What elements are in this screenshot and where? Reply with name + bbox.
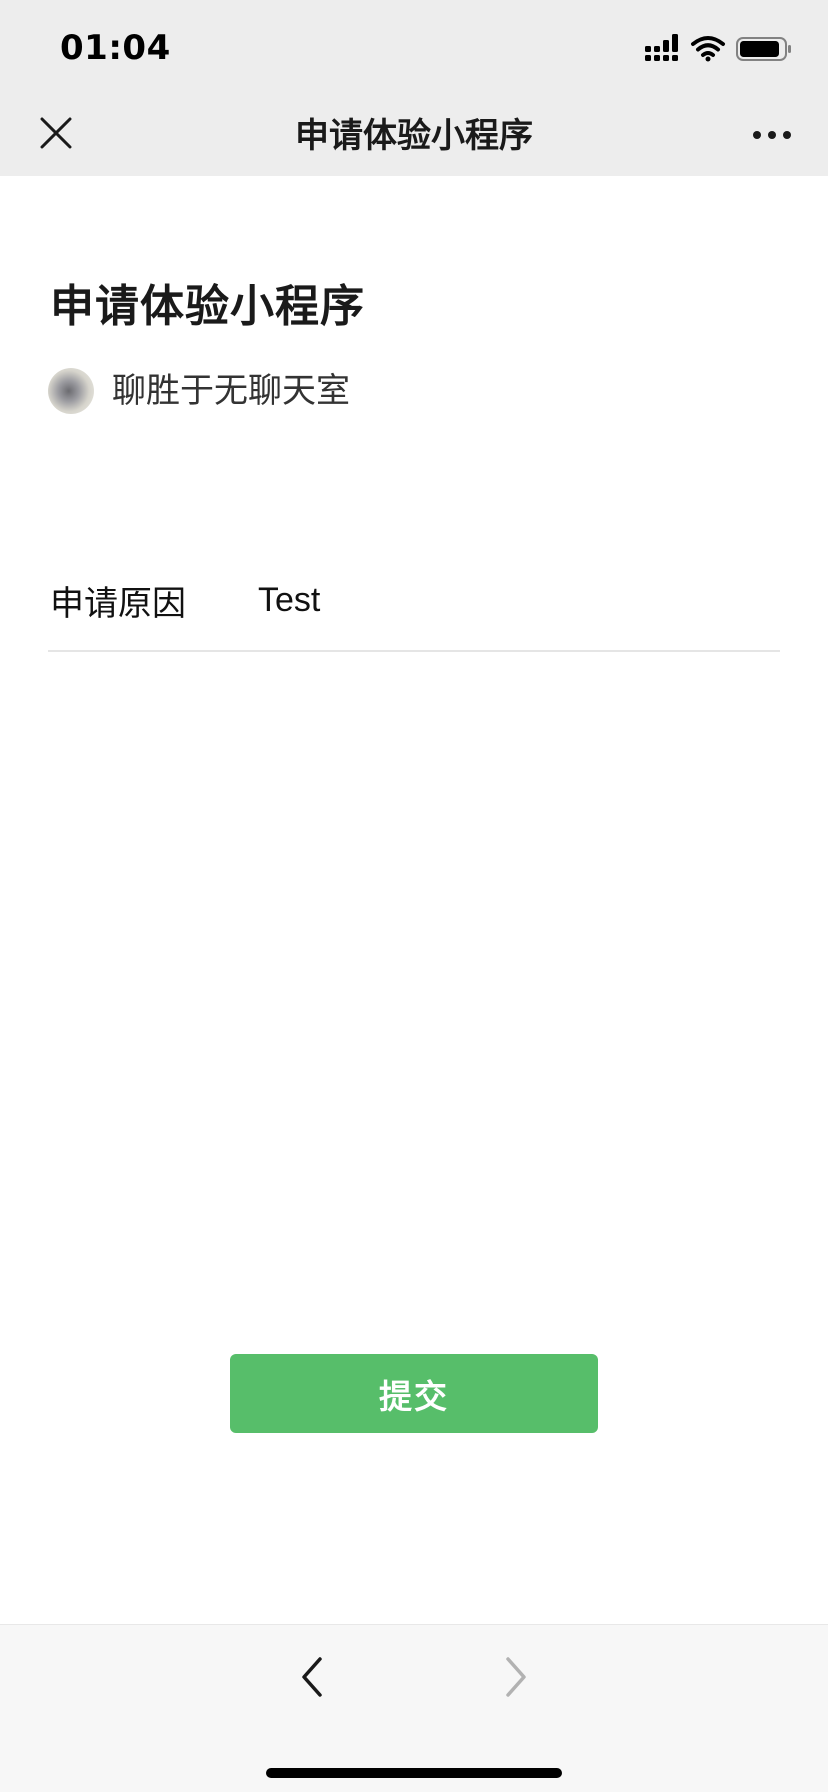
app-info: 聊胜于无聊天室	[48, 368, 548, 414]
nav-bar: 申请体验小程序	[0, 88, 828, 176]
reason-label: 申请原因	[50, 584, 186, 624]
more-icon[interactable]	[752, 126, 792, 139]
status-icons	[645, 34, 795, 64]
reason-form-row: 申请原因	[48, 570, 780, 652]
status-bar: 01:04	[0, 0, 828, 88]
status-time: 01:04	[60, 28, 171, 68]
home-indicator	[266, 1768, 562, 1778]
page-heading: 申请体验小程序	[50, 281, 365, 332]
nav-title: 申请体验小程序	[295, 116, 533, 156]
bottom-toolbar	[0, 1624, 828, 1792]
screen: 01:04 申请体验小程序 申请体验小程序 聊胜于无聊天室 申请原因 Test …	[0, 0, 828, 1792]
app-avatar	[48, 368, 94, 414]
chevron-left-icon[interactable]	[298, 1655, 328, 1699]
signal-icon	[645, 34, 678, 61]
submit-button[interactable]: 提交	[230, 1354, 598, 1433]
wifi-icon	[691, 36, 725, 62]
battery-icon	[736, 37, 791, 61]
chevron-right-icon[interactable]	[500, 1655, 530, 1699]
reason-input[interactable]	[258, 570, 768, 630]
app-name: 聊胜于无聊天室	[112, 371, 350, 411]
